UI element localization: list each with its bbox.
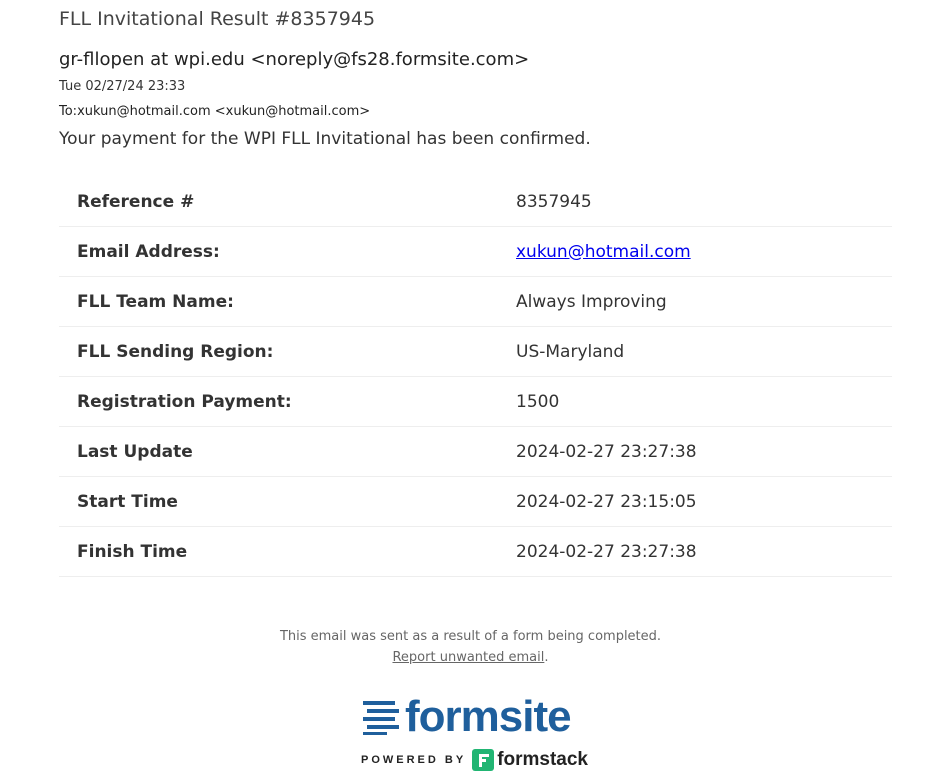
- table-row: Last Update 2024-02-27 23:27:38: [59, 426, 892, 477]
- finish-time-label: Finish Time: [59, 526, 516, 577]
- reference-value: 8357945: [516, 177, 892, 227]
- finish-time-value: 2024-02-27 23:27:38: [516, 526, 892, 577]
- powered-by-formstack[interactable]: POWERED BY formstack: [361, 748, 588, 772]
- reference-label: Reference #: [59, 177, 516, 227]
- email-view: FLL Invitational Result #8357945 gr-fllo…: [0, 0, 941, 776]
- email-intro: Your payment for the WPI FLL Invitationa…: [59, 129, 591, 149]
- table-row: Email Address: xukun@hotmail.com: [59, 226, 892, 277]
- email-date: Tue 02/27/24 23:33: [59, 79, 186, 94]
- footer-report-suffix: .: [544, 650, 549, 665]
- formsite-logo-text: formsite: [405, 692, 572, 741]
- formsite-lines-icon: [363, 701, 399, 735]
- registration-payment-value: 1500: [516, 376, 892, 427]
- team-name-value: Always Improving: [516, 276, 892, 327]
- email-subject: FLL Invitational Result #8357945: [59, 8, 376, 30]
- registration-payment-label: Registration Payment:: [59, 376, 516, 427]
- last-update-value: 2024-02-27 23:27:38: [516, 426, 892, 477]
- start-time-label: Start Time: [59, 476, 516, 527]
- formstack-icon: [472, 749, 495, 771]
- report-unwanted-email-link[interactable]: Report unwanted email: [392, 650, 544, 665]
- footer-note: This email was sent as a result of a for…: [279, 629, 662, 644]
- sending-region-value: US-Maryland: [516, 326, 892, 377]
- table-row: Start Time 2024-02-27 23:15:05: [59, 476, 892, 527]
- sending-region-label: FLL Sending Region:: [59, 326, 516, 377]
- table-row: Registration Payment: 1500: [59, 376, 892, 427]
- email-address-link[interactable]: xukun@hotmail.com: [516, 242, 691, 262]
- results-table: Reference # 8357945 Email Address: xukun…: [59, 177, 892, 577]
- table-row: Reference # 8357945: [59, 177, 892, 227]
- footer-report: Report unwanted email.: [0, 650, 941, 665]
- start-time-value: 2024-02-27 23:15:05: [516, 476, 892, 527]
- last-update-label: Last Update: [59, 426, 516, 477]
- table-row: FLL Team Name: Always Improving: [59, 276, 892, 327]
- email-sender[interactable]: gr-fllopen at wpi.edu <noreply@fs28.form…: [59, 49, 529, 70]
- formsite-logo[interactable]: formsite: [361, 692, 572, 741]
- table-row: Finish Time 2024-02-27 23:27:38: [59, 526, 892, 577]
- team-name-label: FLL Team Name:: [59, 276, 516, 327]
- email-address-label: Email Address:: [59, 226, 516, 277]
- powered-by-label: POWERED BY: [361, 754, 467, 766]
- email-recipient: To:xukun@hotmail.com <xukun@hotmail.com>: [59, 104, 371, 119]
- email-address-cell: xukun@hotmail.com: [516, 226, 892, 277]
- table-row: FLL Sending Region: US-Maryland: [59, 326, 892, 377]
- formstack-text: formstack: [497, 749, 589, 770]
